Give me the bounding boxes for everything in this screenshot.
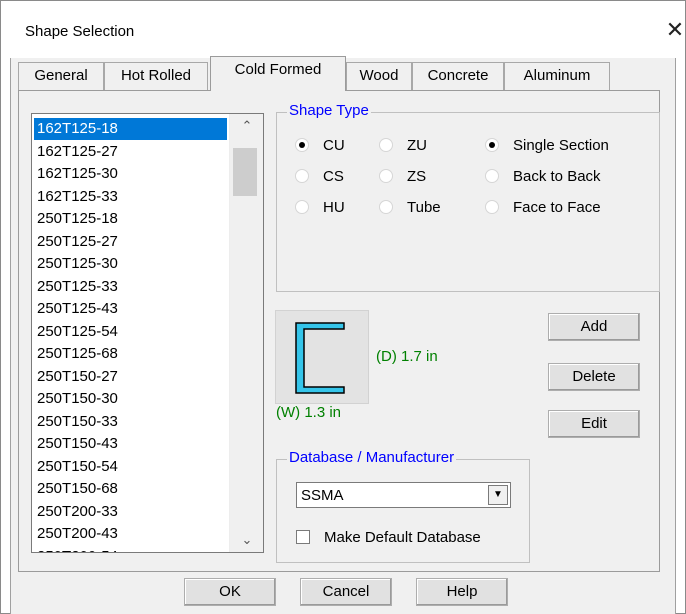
radio-cs[interactable]: CS	[295, 166, 344, 186]
radio-back-to-back-label: Back to Back	[513, 167, 601, 185]
list-item[interactable]: 250T150-54	[34, 456, 227, 478]
close-icon[interactable]: ✕	[663, 15, 686, 45]
radio-cu-label: CU	[323, 136, 345, 154]
chevron-down-icon[interactable]: ▼	[488, 485, 508, 505]
list-item[interactable]: 250T150-33	[34, 411, 227, 433]
radio-icon	[295, 200, 309, 214]
tab-aluminum[interactable]: Aluminum	[504, 62, 610, 90]
add-button[interactable]: Add	[548, 313, 640, 341]
radio-icon	[295, 169, 309, 183]
list-item[interactable]: 250T150-43	[34, 433, 227, 455]
list-item[interactable]: 250T200-43	[34, 523, 227, 545]
title-bar: Shape Selection ✕	[1, 1, 685, 59]
radio-hu[interactable]: HU	[295, 197, 345, 217]
manufacturer-value: SSMA	[301, 487, 344, 504]
radio-cs-label: CS	[323, 167, 344, 185]
radio-zu[interactable]: ZU	[379, 135, 427, 155]
tab-hot-rolled[interactable]: Hot Rolled	[104, 62, 208, 90]
width-dimension: (W) 1.3 in	[276, 404, 342, 421]
radio-face-to-face-label: Face to Face	[513, 198, 601, 216]
database-group: Database / Manufacturer	[276, 449, 530, 563]
chevron-down-icon[interactable]: ⌄	[230, 530, 263, 550]
tab-cold-formed[interactable]: Cold Formed	[210, 56, 346, 91]
list-scrollbar[interactable]: ⌃ ⌄	[229, 114, 263, 552]
radio-single-section-label: Single Section	[513, 136, 609, 154]
database-label: Database / Manufacturer	[287, 449, 457, 467]
radio-icon	[379, 169, 393, 183]
depth-dimension: (D) 1.7 in	[376, 348, 438, 365]
list-item[interactable]: 162T125-27	[34, 141, 227, 163]
list-item[interactable]: 250T125-18	[34, 208, 227, 230]
cancel-button[interactable]: Cancel	[300, 578, 392, 606]
list-item[interactable]: 250T125-33	[34, 276, 227, 298]
radio-checked-icon	[485, 138, 499, 152]
ok-button[interactable]: OK	[184, 578, 276, 606]
radio-icon	[485, 200, 499, 214]
list-item[interactable]: 250T150-68	[34, 478, 227, 500]
radio-single-section[interactable]: Single Section	[485, 135, 609, 155]
list-item[interactable]: 162T125-33	[34, 186, 227, 208]
radio-cu[interactable]: CU	[295, 135, 345, 155]
radio-tube-label: Tube	[407, 198, 441, 216]
radio-hu-label: HU	[323, 198, 345, 216]
list-item[interactable]: 250T200-33	[34, 501, 227, 523]
radio-face-to-face[interactable]: Face to Face	[485, 197, 601, 217]
tab-general[interactable]: General	[18, 62, 104, 90]
make-default-checkbox[interactable]: Make Default Database	[296, 528, 481, 546]
radio-zs[interactable]: ZS	[379, 166, 426, 186]
shape-list[interactable]: 162T125-18 162T125-27 162T125-30 162T125-33…	[31, 113, 264, 553]
edit-button[interactable]: Edit	[548, 410, 640, 438]
radio-back-to-back[interactable]: Back to Back	[485, 166, 601, 186]
list-item[interactable]: 250T125-54	[34, 321, 227, 343]
delete-button[interactable]: Delete	[548, 363, 640, 391]
tab-concrete[interactable]: Concrete	[412, 62, 504, 90]
tab-wood[interactable]: Wood	[346, 62, 412, 90]
list-item[interactable]: 162T125-18	[34, 118, 227, 140]
list-item[interactable]: 250T200-54	[34, 546, 227, 553]
radio-zs-label: ZS	[407, 167, 427, 185]
radio-icon	[379, 200, 393, 214]
list-item[interactable]: 250T150-27	[34, 366, 227, 388]
list-item[interactable]: 250T125-43	[34, 298, 227, 320]
window-title: Shape Selection	[25, 23, 135, 40]
radio-icon	[379, 138, 393, 152]
scroll-thumb[interactable]	[233, 148, 257, 196]
radio-checked-icon	[295, 138, 309, 152]
list-item[interactable]: 250T125-30	[34, 253, 227, 275]
checkbox-icon[interactable]	[296, 530, 310, 544]
list-item[interactable]: 250T125-68	[34, 343, 227, 365]
chevron-up-icon[interactable]: ⌃	[230, 116, 263, 136]
help-button[interactable]: Help	[416, 578, 508, 606]
shape-type-label: Shape Type	[287, 102, 371, 120]
list-item[interactable]: 162T125-30	[34, 163, 227, 185]
shape-preview	[275, 310, 369, 404]
c-channel-icon	[295, 322, 345, 394]
manufacturer-select[interactable]: SSMA ▼	[296, 482, 511, 508]
list-item[interactable]: 250T125-27	[34, 231, 227, 253]
radio-tube[interactable]: Tube	[379, 197, 441, 217]
radio-zu-label: ZU	[407, 136, 427, 154]
list-item[interactable]: 250T150-30	[34, 388, 227, 410]
make-default-label: Make Default Database	[324, 528, 481, 546]
radio-icon	[485, 169, 499, 183]
